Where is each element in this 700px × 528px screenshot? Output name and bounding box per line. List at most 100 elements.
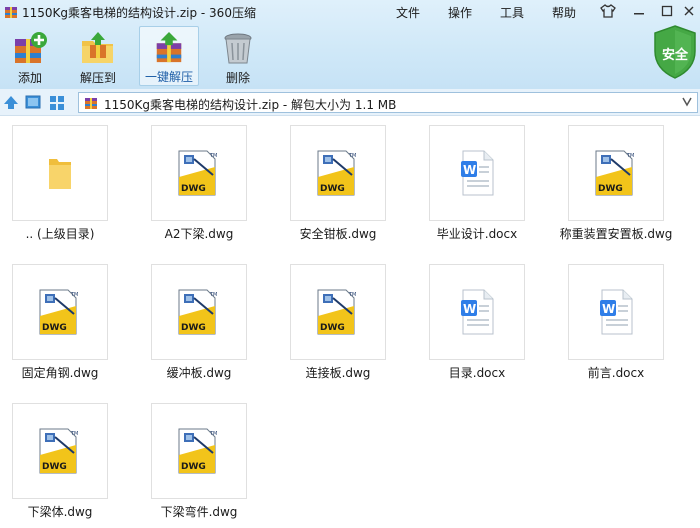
extract-to-button[interactable]: 解压到	[68, 26, 128, 86]
toolbar: 添加 解压到 一键解压 删除	[0, 24, 640, 89]
svg-text:DWG: DWG	[181, 462, 206, 472]
file-name: 前言.docx	[587, 366, 645, 380]
skin-shirt-icon[interactable]	[597, 2, 619, 20]
file-thumbnail: TM DWG	[12, 264, 108, 360]
dwg-file-icon: TM DWG	[178, 150, 217, 196]
one-click-extract-button[interactable]: 一键解压	[139, 26, 199, 86]
up-arrow-icon[interactable]	[2, 94, 20, 111]
file-name: A2下梁.dwg	[164, 227, 234, 241]
top-band: 1150Kg乘客电梯的结构设计.zip - 360压缩 文件 操作 工具 帮助	[0, 0, 700, 89]
dwg-file-icon: TM DWG	[595, 150, 634, 196]
dwg-file-icon: TM DWG	[178, 289, 217, 335]
extract-to-button-label: 解压到	[79, 71, 116, 85]
address-bar[interactable]: 1150Kg乘客电梯的结构设计.zip - 解包大小为 1.1 MB	[78, 92, 698, 113]
trash-can-icon	[224, 33, 252, 64]
file-thumbnail: W	[429, 264, 525, 360]
file-item-dwg[interactable]: TM DWG 下梁体.dwg	[0, 399, 126, 528]
dwg-file-icon: TM DWG	[317, 289, 356, 335]
svg-text:W: W	[602, 302, 615, 316]
svg-text:TM: TM	[348, 153, 356, 159]
word-doc-icon: W	[461, 150, 494, 196]
file-name: 固定角钢.dwg	[21, 366, 99, 380]
file-thumbnail: W	[429, 125, 525, 221]
svg-text:W: W	[463, 302, 476, 316]
svg-text:TM: TM	[626, 153, 634, 159]
window-title: 1150Kg乘客电梯的结构设计.zip - 360压缩	[22, 6, 256, 20]
add-button[interactable]: 添加	[0, 26, 60, 86]
svg-text:DWG: DWG	[181, 323, 206, 333]
file-item-dwg[interactable]: TM DWG 缓冲板.dwg	[129, 260, 265, 390]
file-name: 缓冲板.dwg	[166, 366, 232, 380]
file-name: 目录.docx	[448, 366, 506, 380]
svg-text:TM: TM	[209, 431, 217, 437]
svg-text:DWG: DWG	[42, 323, 67, 333]
navigation-bar: 1150Kg乘客电梯的结构设计.zip - 解包大小为 1.1 MB	[0, 89, 700, 116]
file-thumbnail: TM DWG	[12, 403, 108, 499]
extract-to-icon	[82, 32, 113, 63]
dwg-file-icon: TM DWG	[178, 428, 217, 474]
file-thumbnail: TM DWG	[290, 264, 386, 360]
word-doc-icon: W	[461, 289, 494, 335]
file-item-docx[interactable]: W 前言.docx	[546, 260, 682, 390]
chevron-down-icon[interactable]	[681, 95, 693, 110]
file-name: 称重装置安置板.dwg	[559, 227, 673, 241]
close-icon[interactable]	[678, 2, 700, 20]
menu-tools[interactable]: 工具	[500, 4, 524, 21]
file-name: 下梁体.dwg	[27, 505, 93, 519]
security-shield[interactable]: 安全	[652, 24, 698, 80]
svg-text:W: W	[463, 163, 476, 177]
file-thumbnail: TM DWG	[568, 125, 664, 221]
title-bar: 1150Kg乘客电梯的结构设计.zip - 360压缩 文件 操作 工具 帮助	[0, 0, 700, 24]
dwg-file-icon: TM DWG	[317, 150, 356, 196]
large-icon-view-icon[interactable]	[24, 94, 42, 111]
file-item-dwg[interactable]: TM DWG A2下梁.dwg	[129, 121, 265, 251]
menu-help[interactable]: 帮助	[552, 4, 576, 21]
one-click-extract-button-label: 一键解压	[144, 70, 193, 84]
grid-view-icon[interactable]	[48, 94, 66, 111]
folder-icon	[49, 159, 71, 189]
one-click-extract-icon	[156, 32, 182, 63]
file-thumbnail: TM DWG	[151, 125, 247, 221]
svg-text:DWG: DWG	[320, 323, 345, 333]
file-thumbnail	[12, 125, 108, 221]
address-path: 1150Kg乘客电梯的结构设计.zip - 解包大小为 1.1 MB	[104, 98, 397, 112]
file-name: .. (上级目录)	[25, 227, 95, 241]
security-badge-label: 安全	[661, 48, 688, 63]
maximize-icon[interactable]	[656, 2, 678, 20]
file-item-dwg[interactable]: TM DWG 安全钳板.dwg	[268, 121, 404, 251]
archive-app-icon	[5, 7, 17, 18]
svg-text:TM: TM	[70, 292, 78, 298]
menu-operation[interactable]: 操作	[448, 4, 472, 21]
svg-text:TM: TM	[348, 292, 356, 298]
file-grid: .. (上级目录) TM DWG A2下梁.dwg TM DWG 安全钳板.dw…	[0, 117, 700, 528]
file-name: 安全钳板.dwg	[299, 227, 377, 241]
minimize-icon[interactable]	[628, 2, 650, 20]
file-name: 毕业设计.docx	[436, 227, 518, 241]
file-thumbnail: TM DWG	[151, 403, 247, 499]
file-thumbnail: TM DWG	[290, 125, 386, 221]
svg-text:DWG: DWG	[181, 184, 206, 194]
svg-text:TM: TM	[209, 153, 217, 159]
file-name: 连接板.dwg	[305, 366, 371, 380]
dwg-file-icon: TM DWG	[39, 428, 78, 474]
svg-text:DWG: DWG	[320, 184, 345, 194]
dwg-file-icon: TM DWG	[39, 289, 78, 335]
file-thumbnail: W	[568, 264, 664, 360]
word-doc-icon: W	[600, 289, 633, 335]
file-item-dwg[interactable]: TM DWG 下梁弯件.dwg	[129, 399, 265, 528]
file-item-docx[interactable]: W 毕业设计.docx	[407, 121, 543, 251]
menu-file[interactable]: 文件	[396, 4, 420, 21]
file-item-dwg[interactable]: TM DWG 称重装置安置板.dwg	[546, 121, 682, 251]
delete-button[interactable]: 删除	[208, 26, 268, 86]
delete-button-label: 删除	[225, 71, 250, 85]
file-thumbnail: TM DWG	[151, 264, 247, 360]
file-name: 下梁弯件.dwg	[160, 505, 238, 519]
svg-text:TM: TM	[209, 292, 217, 298]
svg-text:TM: TM	[70, 431, 78, 437]
file-item-dwg[interactable]: TM DWG 固定角钢.dwg	[0, 260, 126, 390]
file-item-parent-folder[interactable]: .. (上级目录)	[0, 121, 126, 251]
file-item-docx[interactable]: W 目录.docx	[407, 260, 543, 390]
svg-text:DWG: DWG	[598, 184, 623, 194]
add-archive-icon	[15, 32, 47, 63]
file-item-dwg[interactable]: TM DWG 连接板.dwg	[268, 260, 404, 390]
